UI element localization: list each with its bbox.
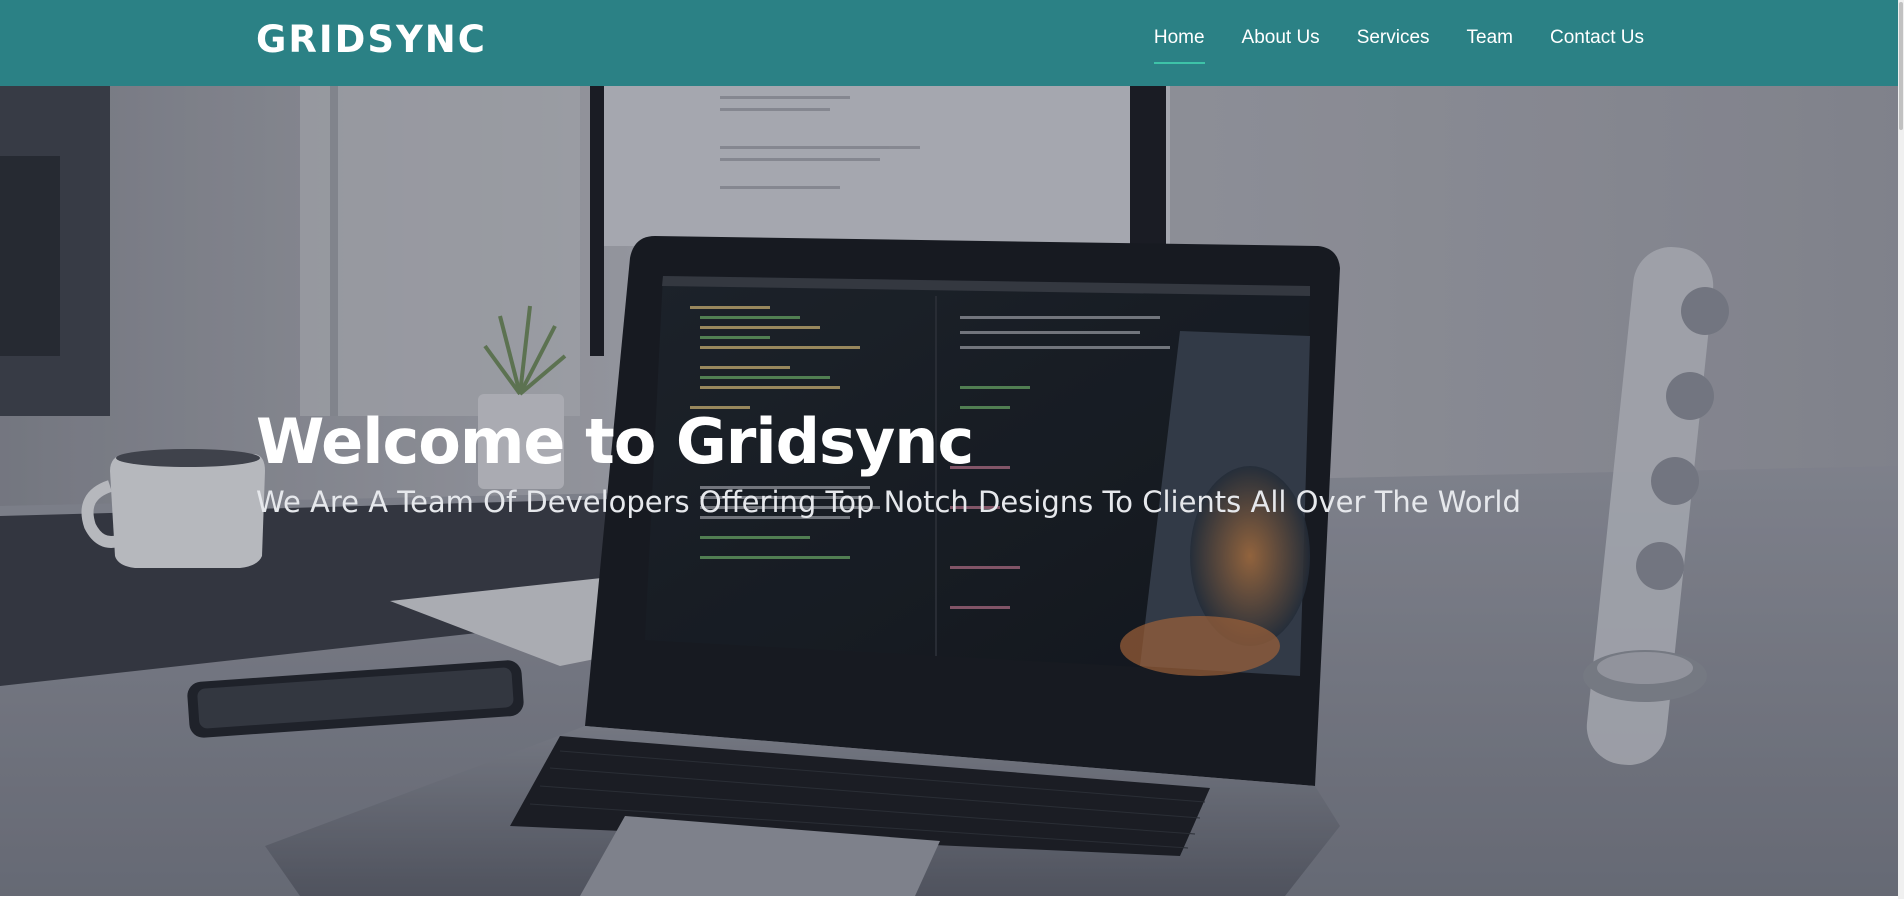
hero-title: Welcome to Gridsync bbox=[256, 405, 974, 478]
hero-section: Welcome to Gridsync We Are A Team Of Dev… bbox=[0, 86, 1904, 896]
nav-item-home[interactable]: Home bbox=[1153, 24, 1205, 64]
nav-item-about-us[interactable]: About Us bbox=[1242, 24, 1320, 58]
navbar: GRIDSYNC Home About Us Services Team Con… bbox=[0, 0, 1904, 86]
page-scrollbar[interactable] bbox=[1898, 0, 1904, 899]
scrollbar-thumb[interactable] bbox=[1899, 2, 1903, 130]
brand-logo[interactable]: GRIDSYNC bbox=[256, 18, 487, 62]
nav-item-team[interactable]: Team bbox=[1467, 24, 1513, 58]
hero-text-block: Welcome to Gridsync We Are A Team Of Dev… bbox=[256, 404, 1521, 524]
nav-item-contact-us[interactable]: Contact Us bbox=[1550, 24, 1644, 58]
nav-item-services[interactable]: Services bbox=[1357, 24, 1430, 58]
hero-subtitle: We Are A Team Of Developers Offering Top… bbox=[256, 485, 1521, 519]
page: GRIDSYNC Home About Us Services Team Con… bbox=[0, 0, 1904, 899]
main-nav: Home About Us Services Team Contact Us bbox=[1153, 24, 1644, 64]
